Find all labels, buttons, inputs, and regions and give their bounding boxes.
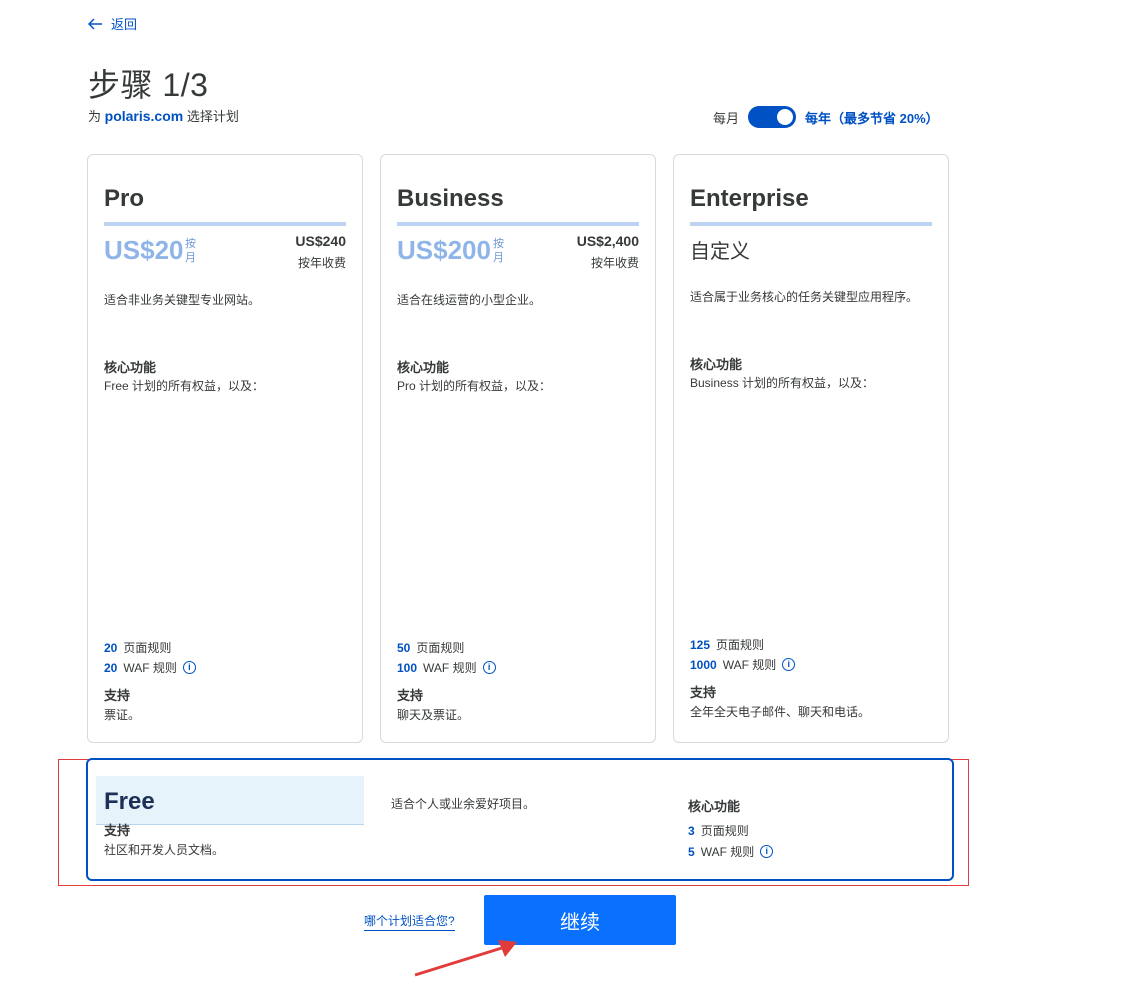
toggle-knob — [777, 109, 794, 125]
core-features-heading: 核心功能 — [397, 360, 450, 375]
plan-price: US$200 — [397, 235, 491, 265]
support-heading: 支持 — [690, 685, 717, 700]
page-rules-label: 页面规则 — [700, 824, 749, 838]
subtitle-prefix: 为 — [88, 109, 102, 124]
custom-price: 自定义 — [690, 241, 750, 263]
plan-description: 适合属于业务核心的任务关键型应用程序。 — [690, 290, 919, 304]
waf-rules-feature: 100 WAF 规则 i — [397, 659, 496, 676]
page-rules-label: 页面规则 — [716, 638, 765, 652]
core-features-text: Free 计划的所有权益，以及： — [104, 379, 265, 393]
waf-rules-feature: 1000 WAF 规则 i — [690, 656, 796, 673]
waf-rules-count: 1000 — [690, 657, 717, 672]
subtitle-suffix: 选择计划 — [186, 109, 239, 124]
waf-rules-label: WAF 规则 — [700, 845, 755, 859]
page-title: 步骤 1/3 — [88, 67, 209, 103]
page-rules-feature: 20 页面规则 — [104, 639, 171, 656]
info-icon[interactable]: i — [760, 845, 774, 858]
page-rules-label: 页面规则 — [123, 641, 172, 655]
yearly-price: US$2,400 — [576, 233, 639, 249]
page-rules-count: 20 — [104, 640, 118, 655]
plan-divider — [690, 222, 932, 226]
plan-description: 适合个人或业余爱好项目。 — [391, 797, 536, 811]
domain-name: polaris.com — [104, 108, 184, 124]
plan-name: Free — [104, 788, 155, 815]
page-rules-label: 页面规则 — [416, 641, 465, 655]
waf-rules-count: 5 — [688, 844, 695, 859]
support-heading: 支持 — [104, 688, 131, 703]
plan-card-enterprise[interactable]: Enterprise 自定义 适合属于业务核心的任务关键型应用程序。 核心功能 … — [673, 154, 949, 743]
plan-description: 适合非业务关键型专业网站。 — [104, 293, 261, 307]
billing-period-switch: 每月 每年（最多节省 20%） — [713, 106, 939, 128]
plan-card-free[interactable]: Free 支持 社区和开发人员文档。 适合个人或业余爱好项目。 核心功能 3 页… — [86, 758, 954, 881]
page-subtitle: 为 polaris.com 选择计划 — [88, 106, 239, 125]
annotation-arrow-icon — [414, 940, 517, 977]
back-link[interactable]: 返回 — [88, 14, 137, 33]
plan-card-pro[interactable]: Pro US$20 按月 US$240 按年收费 适合非业务关键型专业网站。 核… — [87, 154, 363, 743]
plan-divider — [104, 222, 346, 226]
waf-rules-label: WAF 规则 — [722, 658, 777, 672]
price-unit: 按月 — [493, 238, 504, 264]
page-rules-feature: 3 页面规则 — [688, 822, 749, 839]
plan-card-business[interactable]: Business US$200 按月 US$2,400 按年收费 适合在线运营的… — [380, 154, 656, 743]
waf-rules-count: 20 — [104, 660, 118, 675]
yearly-billing-label: 按年收费 — [590, 256, 639, 270]
core-features-heading: 核心功能 — [688, 799, 741, 814]
yearly-label[interactable]: 每年（最多节省 20%） — [805, 108, 939, 127]
page-rules-count: 50 — [397, 640, 411, 655]
waf-rules-feature: 20 WAF 规则 i — [104, 659, 196, 676]
info-icon[interactable]: i — [482, 661, 496, 674]
arrow-left-icon — [88, 18, 102, 29]
yearly-billing-label: 按年收费 — [297, 256, 346, 270]
plan-name: Enterprise — [690, 185, 809, 212]
support-text: 聊天及票证。 — [397, 708, 470, 722]
waf-rules-count: 100 — [397, 660, 418, 675]
price-unit: 按月 — [185, 238, 196, 264]
back-label: 返回 — [111, 17, 138, 32]
plan-name: Pro — [104, 185, 145, 212]
monthly-label[interactable]: 每月 — [713, 108, 739, 127]
billing-toggle[interactable] — [748, 106, 797, 128]
info-icon[interactable]: i — [782, 658, 796, 671]
plan-name: Business — [397, 185, 504, 212]
core-features-heading: 核心功能 — [690, 357, 743, 372]
support-text: 票证。 — [104, 708, 141, 722]
support-text: 社区和开发人员文档。 — [104, 843, 225, 857]
support-text: 全年全天电子邮件、聊天和电话。 — [690, 705, 871, 719]
page-rules-count: 3 — [688, 823, 695, 838]
core-features-text: Business 计划的所有权益，以及： — [690, 376, 875, 390]
page-rules-feature: 125 页面规则 — [690, 636, 764, 653]
plan-price: US$20 — [104, 235, 184, 265]
yearly-price: US$240 — [295, 233, 346, 249]
info-icon[interactable]: i — [182, 661, 196, 674]
core-features-heading: 核心功能 — [104, 360, 157, 375]
waf-rules-label: WAF 规则 — [123, 661, 177, 675]
core-features-text: Pro 计划的所有权益，以及： — [397, 379, 552, 393]
support-heading: 支持 — [397, 688, 424, 703]
which-plan-link[interactable]: 哪个计划适合您? — [364, 912, 455, 931]
plan-divider — [397, 222, 639, 226]
support-heading: 支持 — [104, 823, 131, 838]
waf-rules-label: WAF 规则 — [423, 661, 477, 675]
page-rules-count: 125 — [690, 637, 711, 652]
plan-description: 适合在线运营的小型企业。 — [397, 293, 542, 307]
page-rules-feature: 50 页面规则 — [397, 639, 464, 656]
waf-rules-feature: 5 WAF 规则 i — [688, 843, 774, 860]
